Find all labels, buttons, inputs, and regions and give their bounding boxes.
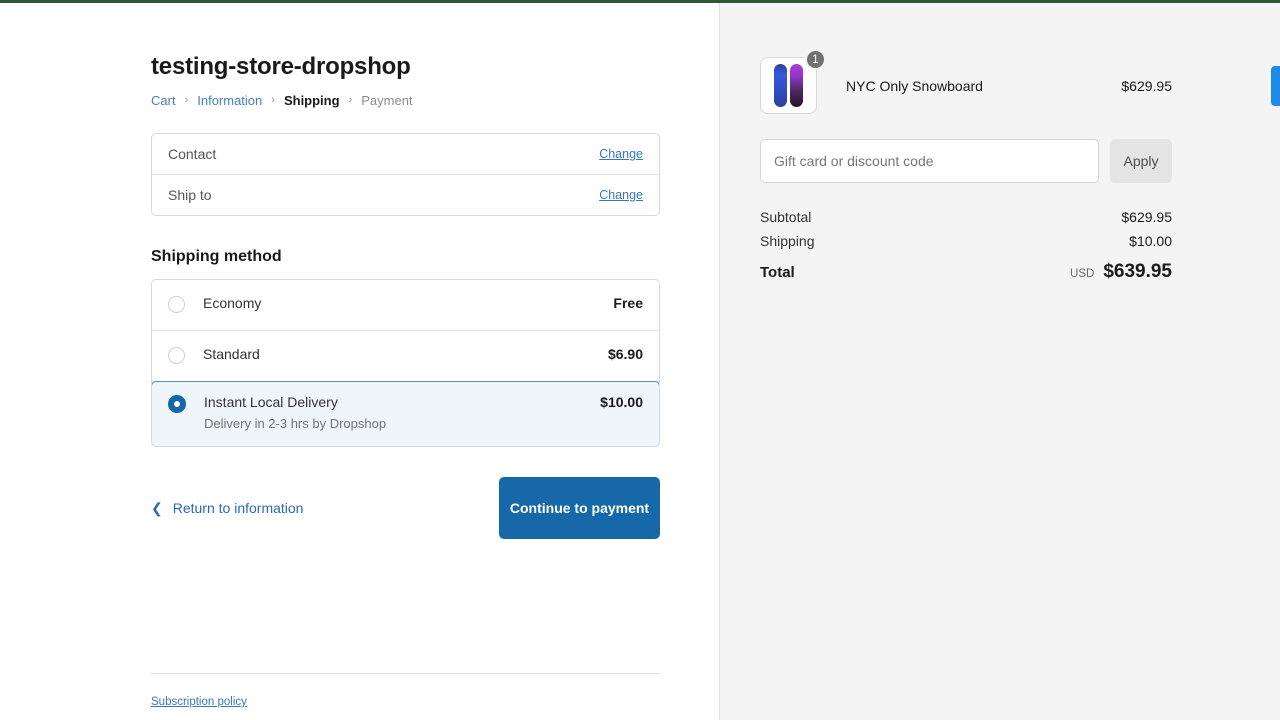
- checkout-main-column: testing-store-dropshop Cart › Informatio…: [0, 3, 719, 720]
- breadcrumb-separator: ›: [271, 94, 275, 106]
- total-row-grand-total: Total USD $639.95: [760, 261, 1172, 283]
- chevron-left-icon: ❮: [151, 500, 163, 516]
- discount-code-input[interactable]: [760, 139, 1099, 183]
- discount-code-row: Apply: [760, 139, 1172, 183]
- shipping-option-price: Free: [613, 295, 643, 311]
- shipping-option-price: $6.90: [607, 346, 643, 362]
- change-ship-to-link[interactable]: Change: [599, 188, 643, 202]
- line-item-quantity-badge: 1: [805, 49, 826, 70]
- shipping-option-standard[interactable]: Standard $6.90: [152, 331, 659, 382]
- breadcrumb-item-payment: Payment: [361, 93, 413, 108]
- breadcrumb: Cart › Information › Shipping › Payment: [151, 93, 660, 108]
- shipping-method-heading: Shipping method: [151, 248, 282, 265]
- subtotal-label: Subtotal: [760, 209, 812, 225]
- shipping-label: Shipping: [760, 233, 815, 249]
- line-item-price: $629.95: [1121, 77, 1172, 94]
- checkout-page: testing-store-dropshop Cart › Informatio…: [0, 0, 1280, 720]
- top-accent-border: [0, 0, 1280, 3]
- review-label-contact: Contact: [168, 146, 217, 162]
- breadcrumb-separator: ›: [348, 94, 353, 106]
- shipping-option-name: Standard: [203, 346, 260, 362]
- side-panel-handle[interactable]: [1271, 66, 1280, 106]
- shipping-option-economy[interactable]: Economy Free: [152, 280, 659, 331]
- snowboard-purple-shape: [790, 64, 803, 107]
- change-contact-link[interactable]: Change: [599, 147, 643, 161]
- review-row-ship-to: Ship to Change: [152, 175, 659, 215]
- page-footer: Subscription policy: [151, 673, 660, 710]
- breadcrumb-item-shipping: Shipping: [283, 93, 340, 108]
- order-review-box: Contact Change Ship to Change: [151, 133, 660, 216]
- return-to-information-label: Return to information: [172, 500, 304, 516]
- grand-total-label: Total: [760, 264, 795, 281]
- review-label-ship-to: Ship to: [168, 187, 212, 203]
- line-item-name: NYC Only Snowboard: [846, 77, 983, 94]
- continue-to-payment-button[interactable]: Continue to payment: [499, 477, 660, 539]
- snowboard-blue-shape: [774, 64, 787, 107]
- breadcrumb-item-cart[interactable]: Cart: [151, 93, 176, 108]
- page-title: testing-store-dropshop: [151, 53, 411, 80]
- order-line-item: 1 NYC Only Snowboard $629.95: [760, 49, 1172, 114]
- shipping-option-description: Delivery in 2-3 hrs by Dropshop: [204, 416, 387, 431]
- shipping-option-name: Economy: [203, 295, 262, 311]
- total-row-shipping: Shipping $10.00: [760, 233, 1172, 249]
- order-summary-panel: 1 NYC Only Snowboard $629.95 Apply Subto…: [719, 3, 1280, 720]
- subscription-policy-link[interactable]: Subscription policy: [151, 696, 247, 708]
- total-row-subtotal: Subtotal $629.95: [760, 209, 1172, 225]
- apply-discount-button[interactable]: Apply: [1110, 139, 1172, 183]
- breadcrumb-separator: ›: [184, 94, 189, 106]
- grand-total-value: $639.95: [1103, 261, 1172, 282]
- shipping-option-price: $10.00: [600, 394, 643, 410]
- line-item-thumbnail-wrap: 1: [760, 49, 826, 114]
- return-to-information-link[interactable]: ❮ Return to information: [151, 500, 303, 516]
- review-row-contact: Contact Change: [152, 134, 659, 175]
- shipping-value: $10.00: [1129, 233, 1172, 249]
- radio-icon-economy[interactable]: [168, 296, 185, 313]
- shipping-option-name: Instant Local Delivery: [204, 394, 338, 410]
- subtotal-value: $629.95: [1121, 209, 1172, 225]
- order-totals: Subtotal $629.95 Shipping $10.00 Total U…: [760, 209, 1172, 283]
- radio-icon-standard[interactable]: [168, 347, 185, 364]
- breadcrumb-item-information[interactable]: Information: [197, 93, 262, 108]
- shipping-option-instant-local-delivery[interactable]: Instant Local Delivery Delivery in 2-3 h…: [152, 381, 659, 446]
- shipping-method-list: Economy Free Standard $6.90 Instant Loca…: [151, 279, 660, 447]
- radio-icon-instant-local-delivery-selected[interactable]: [168, 395, 186, 413]
- grand-total-currency: USD: [1070, 268, 1095, 280]
- checkout-nav-row: ❮ Return to information Continue to paym…: [151, 477, 660, 539]
